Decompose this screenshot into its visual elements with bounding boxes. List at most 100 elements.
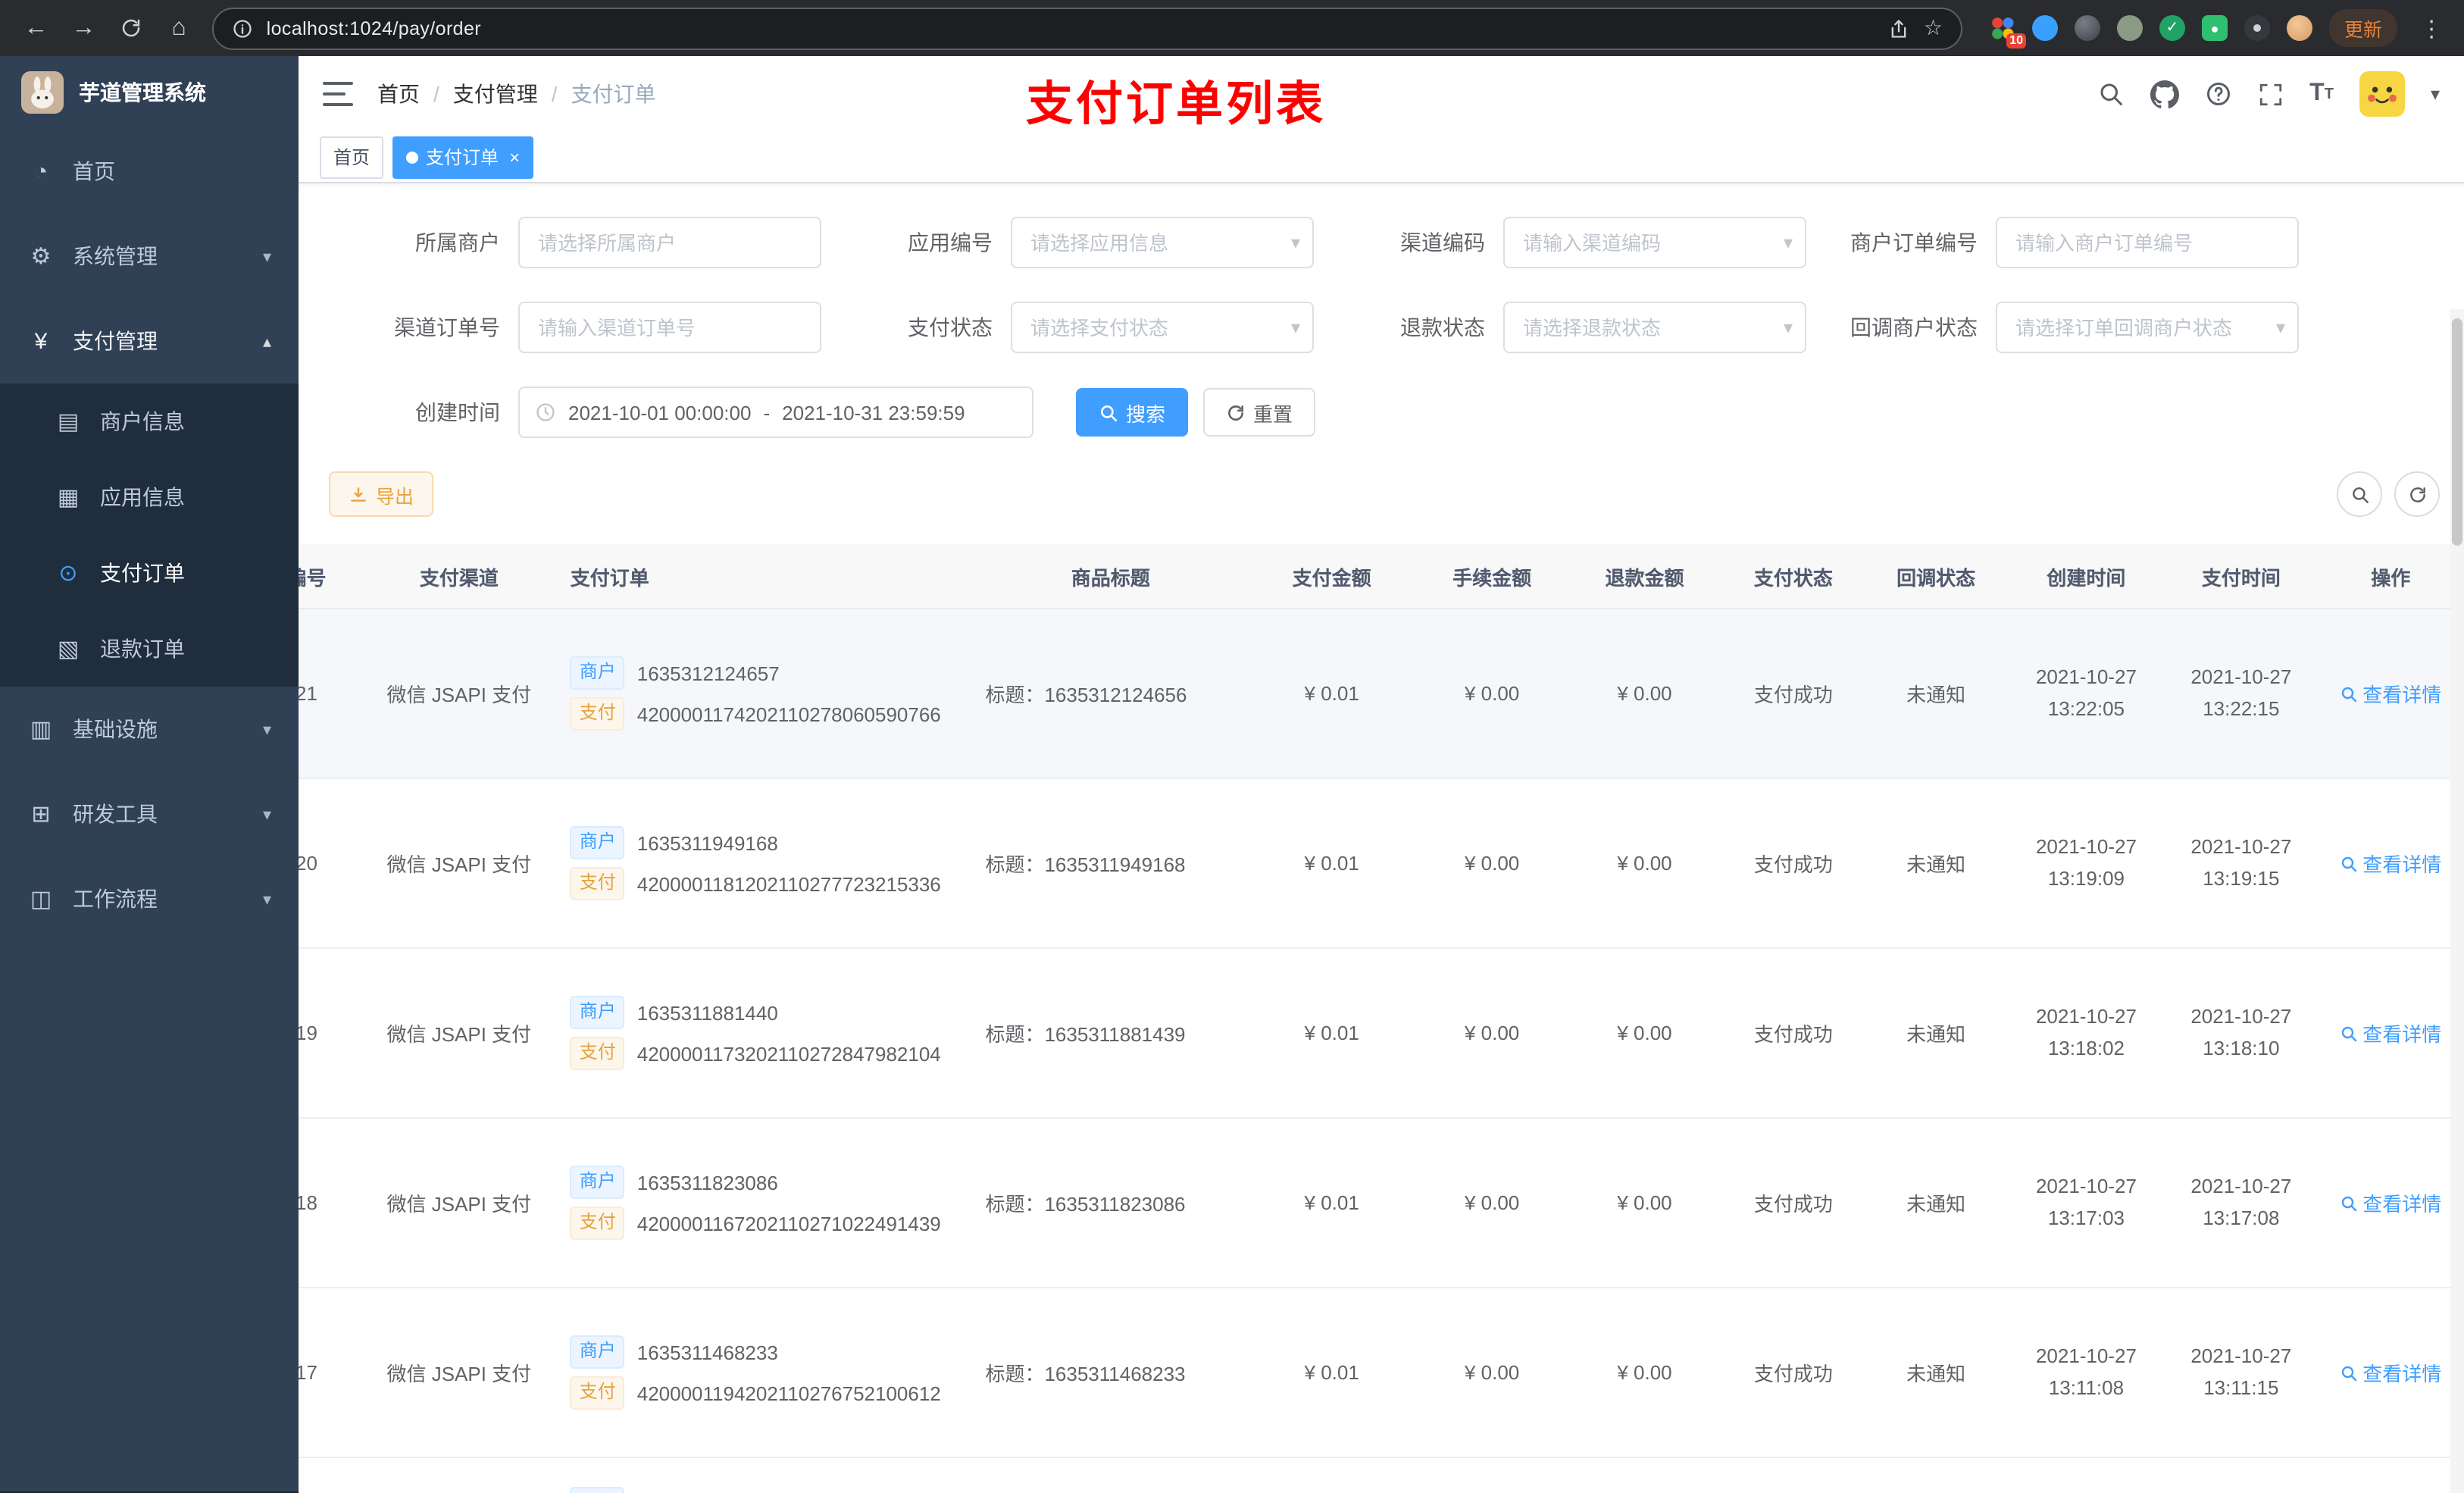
sidebar-item-pay-order[interactable]: ⊙ 支付订单 bbox=[0, 535, 299, 611]
sidebar-item-refund-order[interactable]: ▧ 退款订单 bbox=[0, 611, 299, 687]
gear-icon: ⚙ bbox=[27, 243, 55, 270]
status-text: 支付成功 bbox=[1754, 1363, 1833, 1385]
tab-pay-order[interactable]: 支付订单 × bbox=[392, 136, 533, 178]
filter-label-merchant-order-no: 商户订单编号 bbox=[1806, 227, 1996, 258]
end-date-value: 2021-10-31 23:59:59 bbox=[782, 401, 965, 424]
breadcrumb-section[interactable]: 支付管理 bbox=[453, 79, 538, 109]
status-text: 支付成功 bbox=[1754, 684, 1833, 706]
clock-icon bbox=[535, 402, 556, 423]
sidebar-item-payment[interactable]: ¥ 支付管理 ▴ bbox=[0, 299, 299, 383]
extension-check-icon[interactable]: ✓ bbox=[2159, 15, 2185, 41]
create-time-range-picker[interactable]: 2021-10-01 00:00:00 - 2021-10-31 23:59:5… bbox=[518, 387, 1033, 438]
refund-status-select[interactable] bbox=[1503, 302, 1806, 353]
sidebar-item-system[interactable]: ⚙ 系统管理 ▾ bbox=[0, 214, 299, 299]
pay-tag: 支付 bbox=[571, 1037, 625, 1070]
status-text: 支付成功 bbox=[1754, 1023, 1833, 1046]
site-info-icon[interactable] bbox=[232, 17, 253, 39]
view-detail-link[interactable]: 查看详情 bbox=[2340, 1188, 2441, 1217]
address-bar[interactable]: localhost:1024/pay/order ☆ bbox=[212, 7, 1962, 49]
orders-table-viewport: 编号 支付渠道 支付订单 商品标题 支付金额 手续金额 退款金额 支付状态 回调… bbox=[299, 544, 2464, 1493]
view-detail-link[interactable]: 查看详情 bbox=[2340, 849, 2441, 878]
merchant-tag: 商户 bbox=[571, 1335, 625, 1369]
merchant-order-no: 1635311468233 bbox=[637, 1341, 778, 1363]
breadcrumb: 首页 / 支付管理 / 支付订单 bbox=[377, 79, 656, 109]
pay-status-select[interactable] bbox=[1011, 302, 1314, 353]
sidebar-item-dev-tools[interactable]: ⊞ 研发工具 ▾ bbox=[0, 772, 299, 856]
export-button[interactable]: 导出 bbox=[329, 471, 433, 517]
github-icon[interactable] bbox=[2150, 80, 2179, 108]
extension-drop-icon[interactable] bbox=[2032, 15, 2058, 41]
app-title: 芋道管理系统 bbox=[79, 77, 206, 108]
callback-status-select[interactable] bbox=[1996, 302, 2299, 353]
channel-pay-no: 4200001194202110276752100612 bbox=[637, 1382, 941, 1404]
search-icon[interactable] bbox=[2097, 80, 2125, 108]
bookmark-star-icon[interactable]: ☆ bbox=[1924, 15, 1943, 41]
notify-text: 未通知 bbox=[1906, 1023, 1965, 1046]
sidebar-item-home[interactable]: ◔ 首页 bbox=[0, 129, 299, 214]
table-header-row: 编号 支付渠道 支付订单 商品标题 支付金额 手续金额 退款金额 支付状态 回调… bbox=[299, 544, 2464, 609]
browser-refresh-icon[interactable] bbox=[111, 7, 152, 49]
merchant-input[interactable] bbox=[518, 217, 821, 268]
table-row: 21 微信 JSAPI 支付 商户1635312124657 支付4200001… bbox=[299, 609, 2464, 778]
filter-label-callback-status: 回调商户状态 bbox=[1806, 312, 1996, 343]
fullscreen-icon[interactable] bbox=[2258, 81, 2284, 107]
share-icon[interactable] bbox=[1889, 17, 1910, 39]
extension-badge: 10 bbox=[2006, 33, 2026, 49]
orders-table: 编号 支付渠道 支付订单 商品标题 支付金额 手续金额 退款金额 支付状态 回调… bbox=[299, 544, 2464, 1493]
font-size-icon[interactable]: TT bbox=[2309, 80, 2334, 108]
scrollbar[interactable] bbox=[2450, 309, 2464, 1493]
extension-colorful-icon[interactable]: 10 bbox=[1990, 15, 2015, 41]
tags-view-bar: 首页 支付订单 × bbox=[299, 132, 2464, 183]
tab-home[interactable]: 首页 bbox=[320, 136, 383, 178]
payment-submenu: ▤ 商户信息 ▦ 应用信息 ⊙ 支付订单 ▧ 退款订单 bbox=[0, 383, 299, 687]
sidebar-item-app-info[interactable]: ▦ 应用信息 bbox=[0, 459, 299, 535]
app-select[interactable] bbox=[1011, 217, 1314, 268]
breadcrumb-home[interactable]: 首页 bbox=[377, 79, 420, 109]
browser-profile-avatar[interactable] bbox=[2287, 15, 2312, 41]
view-detail-link[interactable]: 查看详情 bbox=[2340, 1019, 2441, 1047]
extension-pin-icon[interactable] bbox=[2244, 15, 2270, 41]
toggle-search-button[interactable] bbox=[2337, 471, 2382, 517]
browser-menu-icon[interactable]: ⋮ bbox=[2414, 14, 2449, 42]
page-content: 所属商户 应用编号 ▾ 渠道编码 ▾ 商户订单编号 bbox=[299, 183, 2464, 1493]
help-icon[interactable] bbox=[2205, 80, 2232, 108]
avatar-caret-icon[interactable]: ▾ bbox=[2431, 83, 2440, 105]
col-paid: 支付时间 bbox=[2166, 544, 2315, 609]
col-refund: 退款金额 bbox=[1568, 544, 1721, 609]
sidebar-item-infrastructure[interactable]: ▥ 基础设施 ▾ bbox=[0, 687, 299, 772]
sidebar-item-merchant-info[interactable]: ▤ 商户信息 bbox=[0, 383, 299, 459]
sidebar-item-workflow[interactable]: ◫ 工作流程 ▾ bbox=[0, 856, 299, 941]
search-icon bbox=[2340, 684, 2358, 703]
merchant-tag: 商户 bbox=[571, 1487, 625, 1493]
refund-order-icon: ▧ bbox=[55, 635, 82, 662]
reset-button[interactable]: 重置 bbox=[1203, 388, 1315, 437]
scrollbar-thumb[interactable] bbox=[2452, 318, 2462, 546]
merchant-order-no-input[interactable] bbox=[1996, 217, 2299, 268]
infrastructure-icon: ▥ bbox=[27, 715, 55, 743]
tab-close-icon[interactable]: × bbox=[509, 148, 520, 166]
refresh-table-button[interactable] bbox=[2394, 471, 2440, 517]
hamburger-icon[interactable] bbox=[323, 82, 353, 106]
channel-order-no-input[interactable] bbox=[518, 302, 821, 353]
chevron-up-icon: ▴ bbox=[263, 331, 271, 351]
browser-update-button[interactable]: 更新 bbox=[2329, 9, 2397, 47]
merchant-order-no: 1635311823086 bbox=[637, 1171, 778, 1194]
channel-code-select[interactable] bbox=[1503, 217, 1806, 268]
browser-home-icon[interactable]: ⌂ bbox=[158, 7, 200, 49]
view-detail-link[interactable]: 查看详情 bbox=[2340, 1358, 2441, 1387]
browser-back-icon[interactable]: ← bbox=[15, 7, 57, 49]
user-avatar[interactable] bbox=[2359, 71, 2405, 117]
chevron-down-icon: ▾ bbox=[263, 719, 271, 739]
chevron-down-icon: ▾ bbox=[263, 889, 271, 909]
extension-olive-icon[interactable] bbox=[2117, 15, 2143, 41]
view-detail-link[interactable]: 查看详情 bbox=[2340, 679, 2441, 708]
extension-chat-icon[interactable]: ● bbox=[2202, 15, 2228, 41]
search-button[interactable]: 搜索 bbox=[1076, 388, 1188, 437]
search-icon bbox=[2340, 1363, 2358, 1382]
browser-forward-icon[interactable]: → bbox=[63, 7, 105, 49]
col-title: 商品标题 bbox=[973, 544, 1247, 609]
dashboard-icon: ◔ bbox=[27, 158, 55, 184]
extension-sphere-icon[interactable] bbox=[2075, 15, 2100, 41]
sidebar-logo[interactable]: 芋道管理系统 bbox=[0, 56, 299, 129]
status-text: 支付成功 bbox=[1754, 1193, 1833, 1216]
